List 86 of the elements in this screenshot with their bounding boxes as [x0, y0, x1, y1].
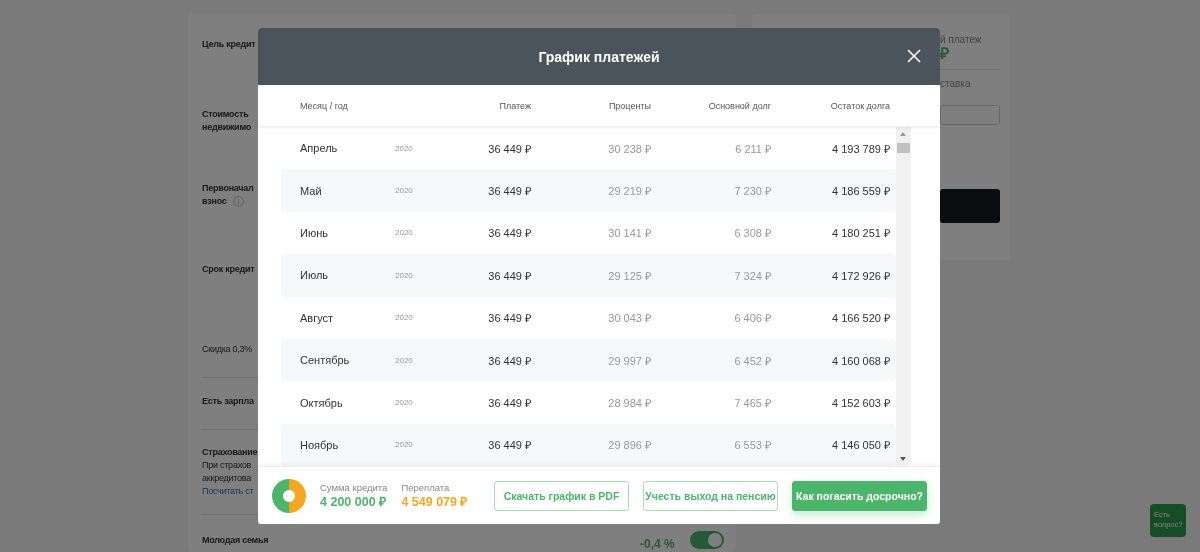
table-cell-text: 29 125 ₽ — [608, 268, 651, 283]
info-icon[interactable] — [232, 196, 244, 207]
payment-value: ₽ — [940, 45, 949, 63]
table-cell-text: 28 984 ₽ — [608, 396, 651, 411]
column-header: Проценты — [608, 100, 651, 111]
field-label: Срок кредит — [202, 263, 255, 276]
description-text: При страхов — [202, 459, 252, 472]
table-cell-text: 36 449 ₽ — [488, 141, 531, 156]
field-label: недвижимо — [202, 121, 251, 134]
table-cell: 2020 — [395, 270, 413, 280]
table-cell: Сентябрь — [300, 354, 350, 367]
table-cell-text: 4 193 789 ₽ — [832, 141, 890, 156]
field-label: Первоначал — [202, 182, 254, 195]
submit-button[interactable] — [940, 189, 1000, 223]
scroll-down-icon[interactable] — [899, 456, 907, 462]
table-cell-text: 30 043 ₽ — [608, 311, 651, 326]
column-header: Основной долг — [708, 100, 771, 111]
scrollbar[interactable] — [896, 127, 911, 466]
field-label: Стоимость — [202, 108, 249, 121]
table-cell-text: 6 452 ₽ — [734, 353, 771, 368]
table-cell: 2020 — [395, 398, 413, 408]
table-cell-text: 36 449 ₽ — [488, 396, 531, 411]
action-button[interactable]: Скачать график в PDF — [494, 480, 629, 511]
table-cell: Май — [300, 184, 322, 197]
toggle-switch[interactable] — [690, 531, 724, 549]
table-cell-text: 4 180 251 ₽ — [832, 226, 890, 241]
table-cell-text: 7 324 ₽ — [734, 268, 771, 283]
column-header: Платеж — [499, 100, 531, 111]
table-cell: 2020 — [395, 440, 413, 450]
field-label: взнос — [202, 195, 227, 208]
table-cell-text: 36 449 ₽ — [488, 226, 531, 241]
table-cell: 2020 — [395, 228, 413, 238]
close-icon[interactable] — [906, 48, 922, 64]
summary-label: Переплата — [401, 481, 451, 493]
table-cell-text: 29 219 ₽ — [608, 184, 651, 199]
table-cell-text: 36 449 ₽ — [488, 438, 531, 453]
column-header: Остаток долга — [830, 100, 890, 111]
table-cell-text: 4 160 068 ₽ — [832, 353, 890, 368]
table-cell-text: 7 465 ₽ — [734, 396, 771, 411]
summary-value: 4 200 000 ₽ — [320, 493, 388, 510]
discount-value: -0,4 % — [640, 537, 675, 551]
table-cell: Август — [300, 311, 334, 324]
table-cell-text: 4 146 050 ₽ — [832, 438, 890, 453]
table-cell-text: 6 211 ₽ — [735, 141, 771, 156]
summary-value: 4 549 079 ₽ — [401, 493, 468, 510]
table-cell-text: 29 997 ₽ — [608, 353, 651, 368]
table-cell-text: 29 896 ₽ — [608, 438, 651, 453]
donut-chart-drawing — [272, 478, 306, 513]
table-cell: 2020 — [395, 313, 413, 323]
table-cell: Июль — [300, 269, 329, 282]
table-cell: 2020 — [395, 143, 413, 153]
table-cell: 2020 — [395, 186, 413, 196]
table-cell-text: 36 449 ₽ — [488, 268, 531, 283]
description-text: Скидка 0,3% — [202, 343, 253, 356]
table-cell-text: 4 186 559 ₽ — [832, 184, 890, 199]
field-label: Молодая семья — [202, 534, 269, 547]
column-header: Месяц / год — [300, 100, 348, 111]
calculate-link[interactable]: Посчитать ст — [202, 485, 254, 498]
table-cell-text: 36 449 ₽ — [488, 353, 531, 368]
field-label: Есть зарпла — [202, 395, 254, 408]
table-cell-text: 6 406 ₽ — [734, 311, 771, 326]
table-cell-text: 36 449 ₽ — [488, 311, 531, 326]
table-cell-text: 30 238 ₽ — [608, 141, 651, 156]
scroll-up-icon[interactable] — [899, 131, 907, 137]
field-label: Цель кредит — [202, 38, 256, 51]
table-cell: Ноябрь — [300, 438, 339, 451]
table-cell-text: 4 166 520 ₽ — [832, 311, 890, 326]
table-cell-text: 30 141 ₽ — [608, 226, 651, 241]
table-cell-text: 7 230 ₽ — [734, 184, 771, 199]
action-button[interactable]: Учесть выход на пенсию — [643, 480, 778, 511]
table-cell-text: 4 152 603 ₽ — [832, 396, 890, 411]
field-label: Страхование — [202, 446, 258, 459]
summary-label: Сумма кредита — [320, 481, 388, 493]
table-cell: 2020 — [395, 355, 413, 365]
table-cell-text: 4 172 926 ₽ — [832, 268, 890, 283]
table-cell: Июнь — [300, 226, 328, 239]
table-cell: Апрель — [300, 142, 338, 155]
early-repayment-button[interactable]: Как погасить досрочно? — [792, 480, 927, 511]
scroll-thumb[interactable] — [897, 143, 910, 153]
description-text: аккредитова — [202, 472, 251, 485]
table-cell-text: 6 553 ₽ — [734, 438, 771, 453]
dialog-title: График платежей — [538, 48, 660, 65]
table-cell-text: 6 308 ₽ — [734, 226, 771, 241]
table-cell: Октябрь — [300, 396, 343, 409]
table-cell-text: 36 449 ₽ — [488, 184, 531, 199]
rate-label: ставка — [940, 78, 971, 89]
